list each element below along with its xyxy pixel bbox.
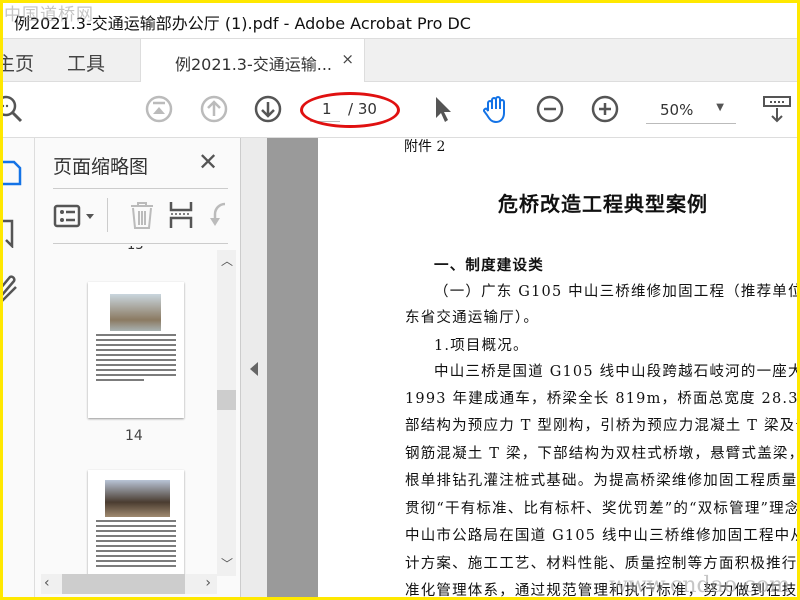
previous-page-icon[interactable]	[199, 94, 229, 124]
document-background	[267, 138, 318, 600]
page-thumbnails-icon[interactable]	[0, 158, 22, 188]
navigation-strip	[0, 138, 35, 600]
pdf-page: 附件 2 危桥改造工程典型案例 一、制度建设类 （一）广东 G105 中山三桥维…	[318, 138, 800, 600]
text-line: 中山三桥是国道 G105 线中山段跨越石岐河的一座大桥，	[434, 364, 800, 380]
screen-border	[0, 0, 800, 3]
thumbnails-panel: 页面缩略图 ✕ 13 14 ︿ ﹀ ‹ ›	[35, 138, 240, 600]
rotate-icon[interactable]	[207, 200, 227, 230]
text-line: 1.项目概况。	[434, 338, 529, 354]
bookmark-icon[interactable]	[0, 218, 16, 248]
watermark: 中国道桥网	[4, 5, 94, 25]
zoom-out-icon[interactable]	[535, 94, 565, 124]
close-tab-button[interactable]: ×	[341, 50, 354, 68]
divider	[107, 198, 108, 232]
thumbnail-image	[110, 294, 161, 331]
zoom-in-icon[interactable]	[590, 94, 620, 124]
insert-page-icon[interactable]	[168, 200, 194, 230]
attachment-icon[interactable]	[0, 273, 18, 303]
thumbnail-options-icon[interactable]	[53, 202, 97, 232]
scroll-left-icon[interactable]: ‹	[44, 575, 50, 591]
scroll-up-icon[interactable]: ︿	[221, 252, 233, 269]
next-page-icon[interactable]	[253, 94, 283, 124]
text-line: 钢筋混凝土 T 梁，下部结构为双柱式桥墩，悬臂式盖梁，两	[405, 446, 800, 462]
annex-label: 附件 2	[404, 139, 446, 155]
hand-icon[interactable]	[481, 94, 511, 124]
tab-tools[interactable]: 工具	[67, 49, 105, 76]
tab-document[interactable]: 例2021.3-交通运输... ×	[140, 39, 365, 83]
text-line: （一）广东 G105 中山三桥维修加固工程（推荐单位：广	[434, 284, 800, 300]
thumbnail-page-15[interactable]	[88, 470, 184, 576]
close-panel-button[interactable]: ✕	[198, 148, 218, 176]
text-line: 根单排钻孔灌注桩式基础。为提高桥梁维修加固工程质量，	[405, 473, 800, 489]
text-line: 计方案、施工工艺、材料性能、质量控制等方面积极推行标	[405, 556, 800, 572]
tab-bar: 主页 工具 例2021.3-交通运输... ×	[0, 38, 800, 83]
horizontal-scrollbar[interactable]: ‹ ›	[41, 574, 217, 594]
thumbnail-label: 13	[127, 246, 144, 253]
window-title: 例2021.3-交通运输部办公厅 (1).pdf - Adobe Acrobat…	[0, 0, 800, 38]
section-heading: 一、制度建设类	[434, 258, 544, 274]
delete-icon[interactable]	[128, 200, 156, 230]
text-line: 中山市公路局在国道 G105 线中山三桥维修加固工程中从设	[405, 528, 800, 544]
zoom-value: 50%	[660, 101, 694, 119]
highlight-annotation	[300, 92, 400, 128]
text-line: 贯彻“干有标准、比有标杆、奖优罚差”的“双标管理”理念，	[405, 501, 800, 517]
select-arrow-icon[interactable]	[428, 94, 458, 124]
toolbar: 1 / 30 50% ▼	[0, 82, 800, 138]
scroll-right-icon[interactable]: ›	[205, 575, 211, 591]
tab-home[interactable]: 主页	[0, 49, 34, 76]
thumbnail-page-14[interactable]	[88, 282, 184, 418]
thumbnail-list: 13 14	[53, 246, 218, 576]
divider	[53, 188, 228, 189]
vertical-scrollbar[interactable]: ︿ ﹀	[217, 250, 236, 576]
zoom-select[interactable]: 50% ▼	[646, 96, 736, 124]
watermark: www.cndao.com	[609, 573, 790, 598]
chevron-down-icon: ▼	[716, 102, 724, 113]
scroll-down-icon[interactable]: ﹀	[221, 555, 233, 572]
first-page-icon[interactable]	[144, 94, 174, 124]
text-line: 1993 年建成通车，桥梁全长 819m，桥面总宽度 28.34m。上	[405, 391, 800, 407]
thumbnail-label: 14	[125, 428, 143, 444]
thumbnail-image	[105, 480, 170, 517]
keyboard-download-icon[interactable]	[762, 94, 792, 124]
document-title: 危桥改造工程典型案例	[498, 192, 708, 216]
tab-document-label: 例2021.3-交通运输...	[175, 55, 333, 74]
collapse-panel-icon[interactable]	[250, 362, 258, 376]
scrollbar-thumb[interactable]	[62, 574, 185, 594]
divider	[53, 243, 228, 244]
scrollbar-thumb[interactable]	[217, 390, 236, 410]
search-icon[interactable]	[0, 94, 24, 124]
text-line: 部结构为预应力 T 型刚构，引桥为预应力混凝土 T 梁及普通	[405, 418, 800, 434]
text-line: 东省交通运输厅）。	[405, 310, 540, 326]
panel-splitter[interactable]	[240, 138, 267, 600]
panel-title: 页面缩略图	[53, 156, 149, 178]
